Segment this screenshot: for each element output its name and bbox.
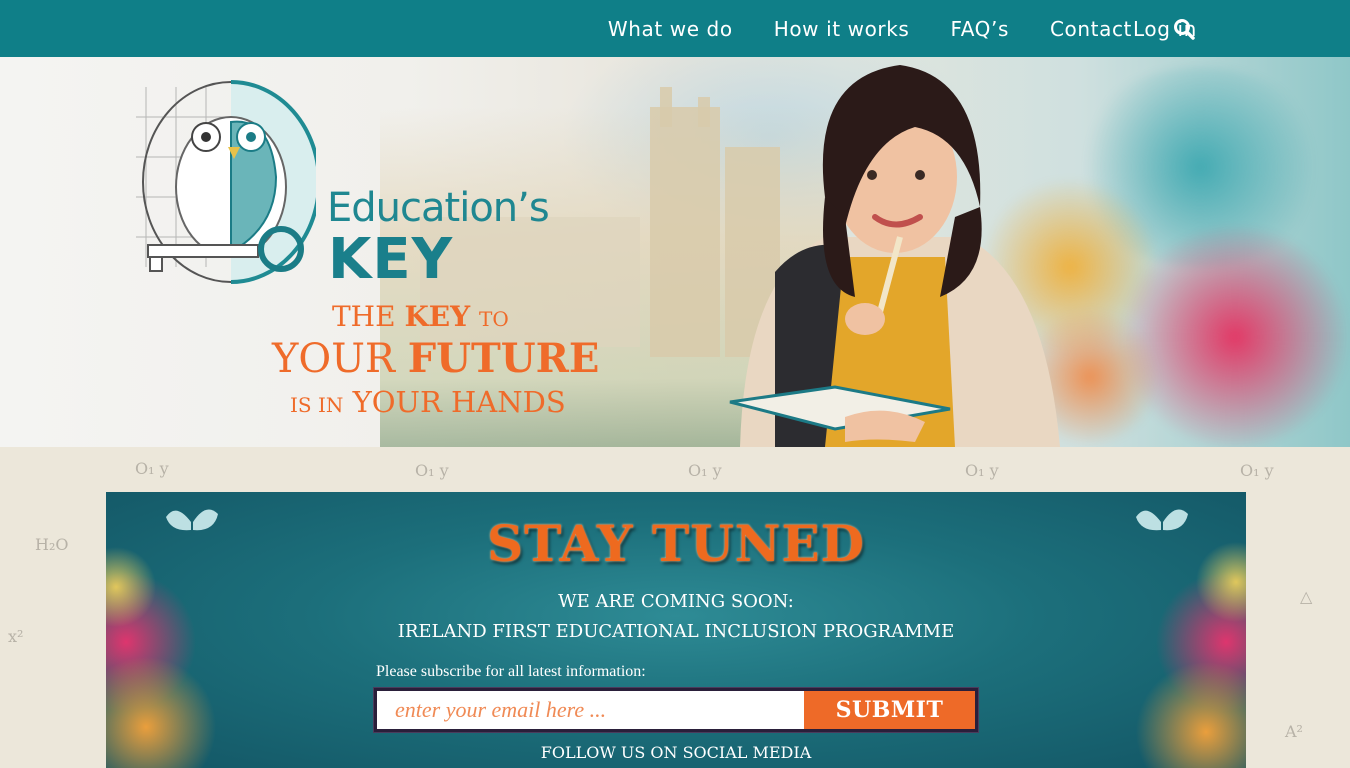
brand-name: Education’s	[327, 185, 550, 231]
login-link[interactable]: Log in	[1133, 17, 1197, 41]
doodle-text: O₁ y	[688, 461, 722, 480]
coming-soon-text: WE ARE COMING SOON:	[558, 591, 794, 612]
submit-button[interactable]: SUBMIT	[804, 691, 975, 729]
doodle-text: A²	[1285, 722, 1303, 741]
hero-banner: Education’s KEY THE KEY TO YOUR FUTURE I…	[0, 57, 1350, 447]
student-photo	[715, 57, 1065, 447]
nav-contact[interactable]: Contact	[1050, 17, 1132, 41]
tagline-line-1: THE KEY TO	[332, 300, 509, 333]
tagline-line-2: YOUR FUTURE	[272, 335, 599, 382]
email-input[interactable]	[377, 691, 804, 729]
tagline-word: TO	[479, 307, 509, 331]
nav-what-we-do[interactable]: What we do	[608, 17, 733, 41]
doodle-text: x²	[8, 627, 24, 646]
nav-faqs[interactable]: FAQ’s	[950, 17, 1009, 41]
tagline-word: KEY	[404, 300, 471, 333]
top-navigation-bar: What we do How it works FAQ’s Contact Lo…	[0, 0, 1350, 57]
tagline-word: YOUR HANDS	[352, 385, 566, 419]
owl-logo	[136, 77, 321, 287]
doodle-text: O₁ y	[1240, 461, 1274, 480]
main-menu: What we do How it works FAQ’s Contact	[608, 0, 1195, 57]
tagline-word: THE	[332, 300, 396, 333]
doodle-text: O₁ y	[415, 461, 449, 480]
tagline-word: IS IN	[290, 393, 344, 417]
nav-how-it-works[interactable]: How it works	[774, 17, 910, 41]
coming-soon-card: STAY TUNED WE ARE COMING SOON: IRELAND F…	[106, 492, 1246, 768]
programme-title: IRELAND FIRST EDUCATIONAL INCLUSION PROG…	[397, 621, 955, 642]
doodle-text: O₁ y	[135, 459, 169, 478]
follow-social-heading: FOLLOW US ON SOCIAL MEDIA	[540, 743, 812, 762]
tagline-word: YOUR	[272, 336, 396, 382]
doodle-text: △	[1300, 587, 1313, 606]
subscribe-label: Please subscribe for all latest informat…	[376, 663, 646, 680]
stay-tuned-heading: STAY TUNED	[487, 514, 865, 573]
doodle-text: H₂O	[35, 535, 69, 554]
tagline-line-3: IS IN YOUR HANDS	[290, 385, 566, 419]
brand-key: KEY	[328, 227, 454, 292]
subscribe-form: SUBMIT	[374, 688, 978, 732]
doodle-text: O₁ y	[965, 461, 999, 480]
tagline-word: FUTURE	[407, 335, 600, 382]
watercolor-splash	[1120, 227, 1350, 447]
